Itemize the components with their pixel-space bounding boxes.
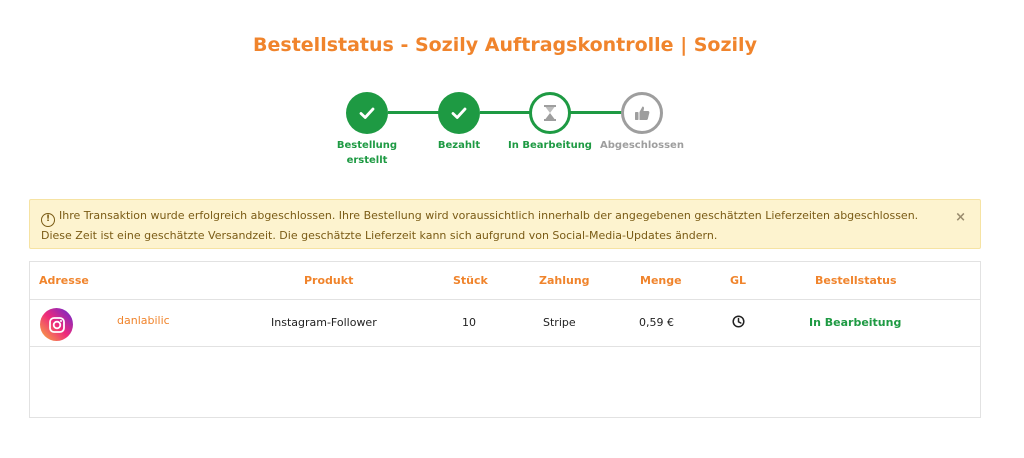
header-address: Adresse	[39, 274, 89, 287]
order-table: Adresse Produkt Stück Zahlung Menge GL B…	[29, 261, 981, 418]
progress-connector	[570, 111, 624, 114]
gl-cell	[732, 315, 745, 331]
header-amount: Menge	[640, 274, 682, 287]
progress-connector	[388, 111, 440, 114]
product-cell: Instagram-Follower	[271, 316, 377, 329]
check-icon	[451, 107, 467, 119]
progress-connector	[480, 111, 532, 114]
status-badge: In Bearbeitung	[809, 316, 902, 329]
step-completed-circle	[621, 92, 663, 134]
page-title: Bestellstatus - Sozily Auftragskontrolle…	[253, 34, 757, 56]
header-status: Bestellstatus	[815, 274, 897, 287]
alert-text-2: Diese Zeit ist eine geschätzte Versandze…	[41, 228, 718, 242]
step-processing-circle	[529, 92, 571, 134]
step-paid-label: Bezahlt	[437, 140, 481, 151]
quantity-cell: 10	[462, 316, 476, 329]
username-link[interactable]: danlabilic	[117, 314, 170, 327]
clock-icon	[732, 315, 745, 328]
step-created-circle	[346, 92, 388, 134]
step-completed-label: Abgeschlossen	[600, 140, 684, 151]
exclamation-circle-icon: !	[41, 212, 55, 227]
header-quantity: Stück	[453, 274, 488, 287]
order-progress: Bestellung erstellt Bezahlt In Bearbeitu…	[0, 90, 1024, 180]
step-processing-label: In Bearbeitung	[508, 140, 592, 151]
close-button[interactable]: ×	[955, 209, 966, 226]
step-paid-circle	[438, 92, 480, 134]
instagram-icon	[40, 308, 73, 341]
info-alert: ! Ihre Transaktion wurde erfolgreich abge…	[29, 199, 981, 249]
header-payment: Zahlung	[539, 274, 590, 287]
thumbs-up-icon	[635, 106, 650, 120]
hourglass-icon	[544, 105, 556, 121]
alert-text-1: Ihre Transaktion wurde erfolgreich abges…	[59, 209, 919, 222]
alert-line-1: ! Ihre Transaktion wurde erfolgreich abge…	[41, 207, 940, 227]
table-row: danlabilic Instagram-Follower 10 Stripe …	[30, 300, 980, 347]
amount-cell: 0,59 €	[639, 316, 674, 329]
payment-cell: Stripe	[543, 316, 576, 329]
table-header: Adresse Produkt Stück Zahlung Menge GL B…	[30, 262, 980, 300]
header-gl: GL	[730, 274, 747, 287]
step-created-label: Bestellung erstellt	[336, 140, 398, 166]
header-product: Produkt	[304, 274, 354, 287]
check-icon	[359, 107, 375, 119]
